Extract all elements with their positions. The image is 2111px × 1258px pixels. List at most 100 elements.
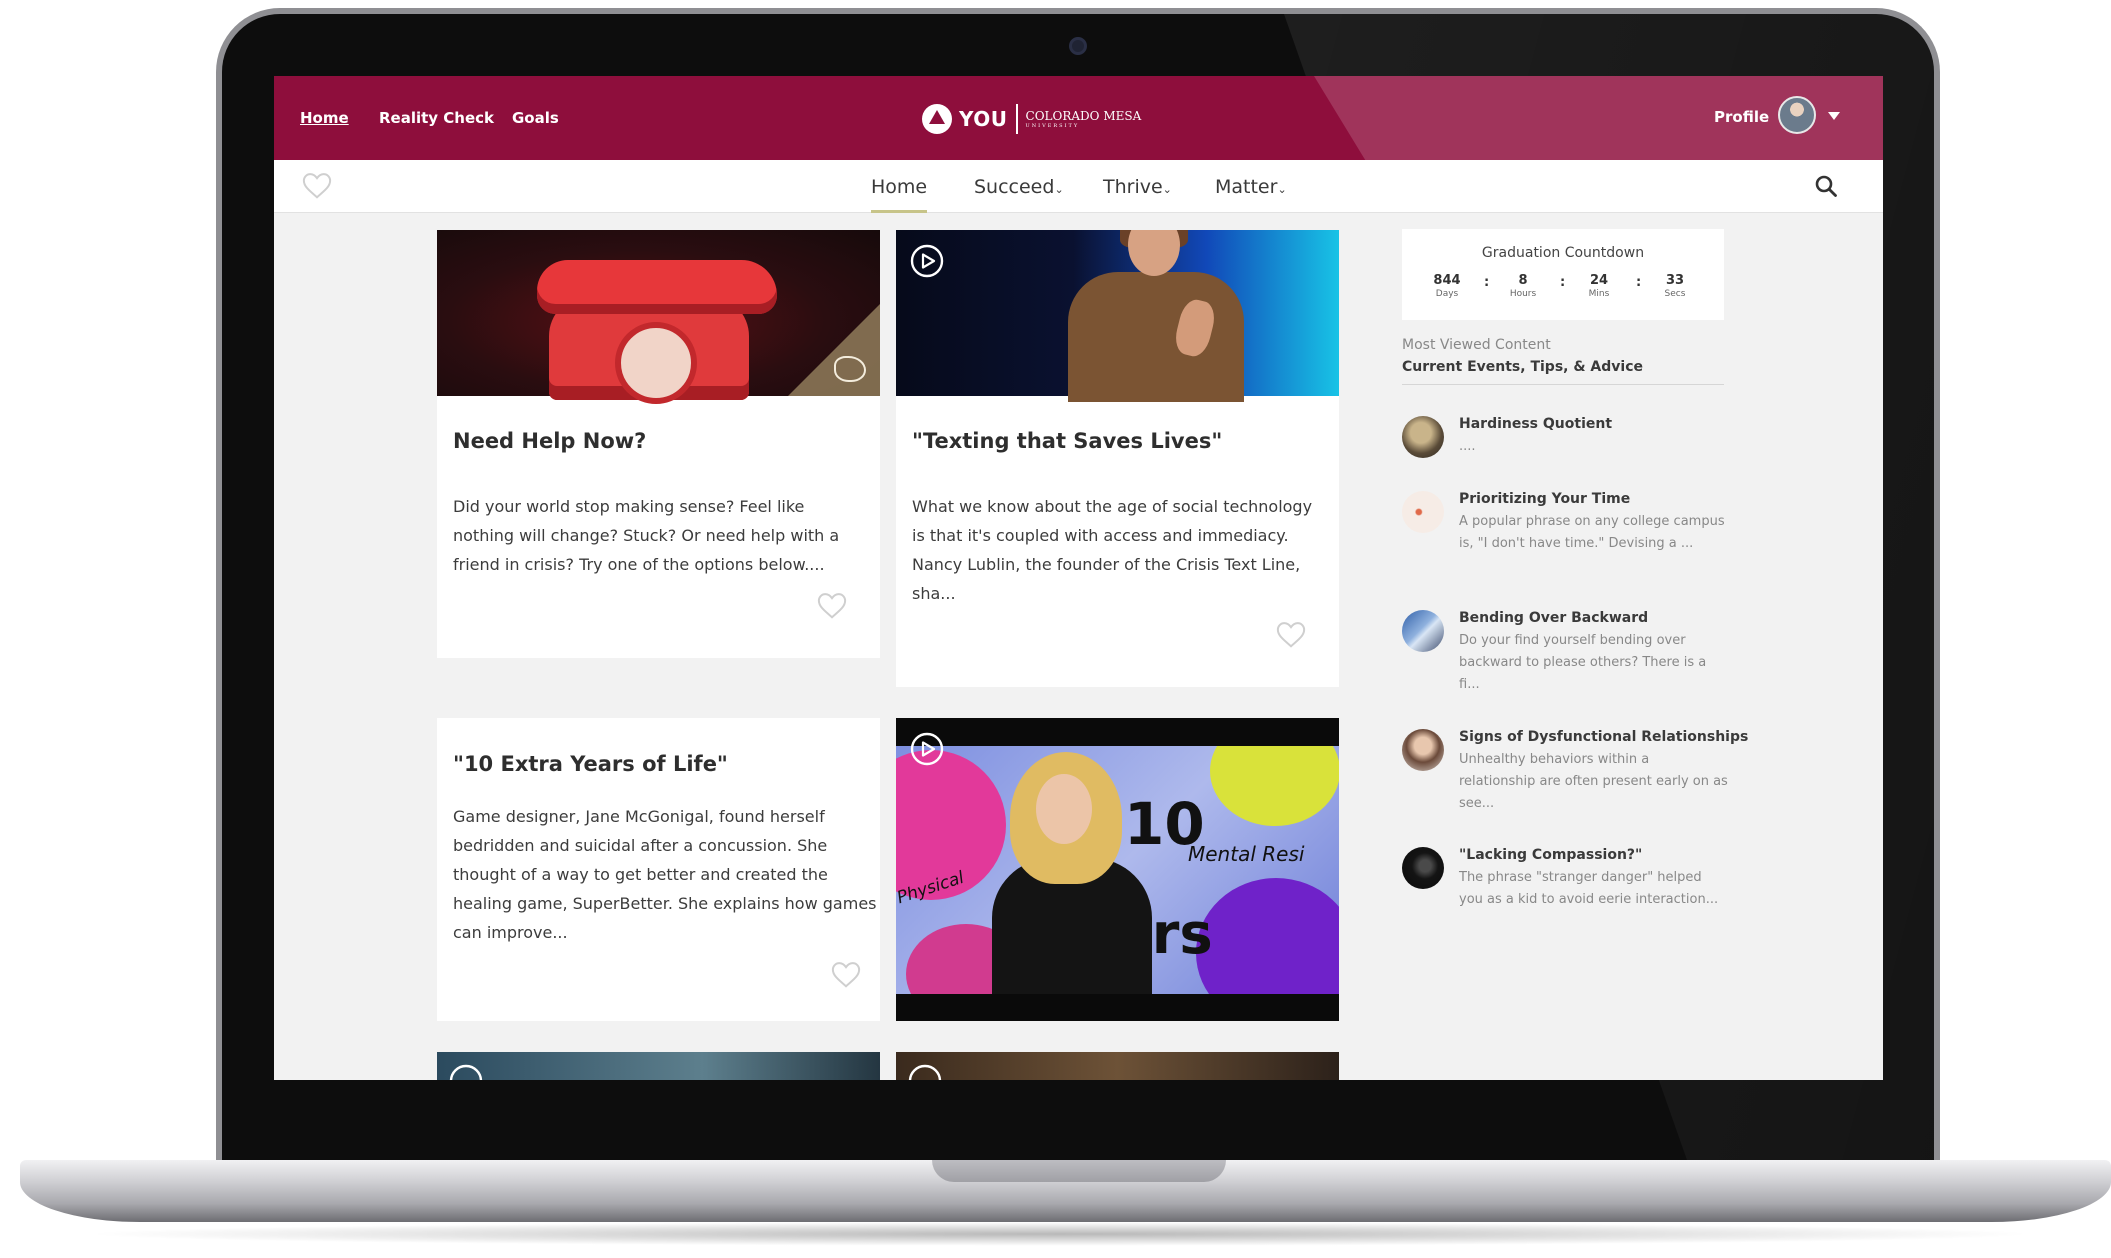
play-circle-icon[interactable] <box>908 1064 942 1080</box>
heart-outline-icon[interactable] <box>302 172 332 204</box>
most-viewed-tab[interactable]: Current Events, Tips, & Advice <box>1402 359 1643 375</box>
list-item-thumbnail <box>1402 416 1444 458</box>
list-item-title[interactable]: Prioritizing Your Time <box>1459 491 1630 507</box>
play-circle-icon[interactable] <box>449 1064 483 1080</box>
tab-matter[interactable]: Matter⌄ <box>1215 176 1287 198</box>
card-partial[interactable] <box>437 1052 880 1080</box>
speaker-head <box>1128 230 1180 276</box>
heart-outline-icon[interactable] <box>817 592 847 624</box>
nav-link-reality-check[interactable]: Reality Check <box>379 109 494 127</box>
list-item[interactable]: Bending Over Backward Do your find yours… <box>1402 610 1732 700</box>
profile-avatar[interactable] <box>1778 96 1816 134</box>
brand-logo[interactable]: YOU COLORADO MESA UNIVERSITY <box>922 102 1141 136</box>
countdown-mins-label: Mins <box>1588 289 1610 299</box>
section-nav: Home Succeed⌄ Thrive⌄ Matter⌄ <box>274 160 1883 213</box>
brand-school: COLORADO MESA UNIVERSITY <box>1026 110 1142 129</box>
card-excerpt: Game designer, Jane McGonigal, found her… <box>453 807 877 942</box>
brand-divider <box>1015 104 1018 134</box>
brand-corner <box>788 304 880 396</box>
brand-mark-icon <box>922 104 952 134</box>
countdown-separator: : <box>1484 275 1490 290</box>
countdown-secs-value: 33 <box>1665 273 1685 288</box>
speaker-body <box>1068 272 1244 402</box>
heart-outline-icon[interactable] <box>1276 621 1306 653</box>
list-item-snippet: A popular phrase on any college campus i… <box>1459 514 1725 551</box>
tab-thrive[interactable]: Thrive⌄ <box>1103 176 1172 198</box>
tab-succeed[interactable]: Succeed⌄ <box>974 176 1064 198</box>
webcam <box>1069 37 1087 55</box>
video-thumbnail[interactable]: 10 Mental Resi Physical ars <box>896 718 1339 1021</box>
search-icon[interactable] <box>1814 174 1838 202</box>
chevron-down-icon: ⌄ <box>1162 183 1172 196</box>
countdown-days-label: Days <box>1435 289 1459 299</box>
nav-link-home[interactable]: Home <box>300 109 349 127</box>
list-item[interactable]: Hardiness Quotient .... <box>1402 416 1732 496</box>
tab-home[interactable]: Home <box>871 176 928 213</box>
list-item-snippet: Do your find yourself bending over backw… <box>1459 633 1707 692</box>
chevron-down-icon: ⌄ <box>1054 183 1064 196</box>
list-item-title[interactable]: Bending Over Backward <box>1459 610 1648 626</box>
profile-link[interactable]: Profile <box>1714 108 1769 126</box>
card-thumbnail-speaker[interactable] <box>896 230 1339 402</box>
laptop-notch <box>932 1160 1226 1182</box>
countdown-hours-value: 8 <box>1518 273 1528 288</box>
list-item-thumbnail <box>1402 491 1444 533</box>
list-item[interactable]: "Lacking Compassion?" The phrase "strang… <box>1402 847 1732 937</box>
tab-thrive-label: Thrive <box>1103 176 1163 198</box>
card-thumbnail-phone[interactable] <box>437 230 880 404</box>
countdown-hours-label: Hours <box>1509 289 1537 299</box>
card-excerpt: Did your world stop making sense? Feel l… <box>453 497 840 574</box>
screen: Home Reality Check Goals YOU COLORADO ME… <box>274 76 1883 1080</box>
divider <box>1402 384 1724 385</box>
video-stage: 10 Mental Resi Physical ars <box>896 746 1339 994</box>
list-item[interactable]: Signs of Dysfunctional Relationships Unh… <box>1402 729 1748 819</box>
card-texting-saves-lives[interactable]: "Texting that Saves Lives" What we know … <box>896 230 1339 687</box>
list-item[interactable]: Prioritizing Your Time A popular phrase … <box>1402 491 1732 581</box>
graduation-countdown: Graduation Countdown 844 Days : 8 Hours … <box>1402 229 1724 320</box>
phone-handset <box>537 260 777 314</box>
play-circle-icon[interactable] <box>910 244 944 282</box>
list-item-thumbnail <box>1402 729 1444 771</box>
list-item-title[interactable]: "Lacking Compassion?" <box>1459 847 1642 863</box>
list-item-snippet: .... <box>1459 439 1476 454</box>
brand-school-name: COLORADO MESA <box>1025 108 1142 123</box>
card-title[interactable]: "10 Extra Years of Life" <box>453 752 728 776</box>
top-bar: Home Reality Check Goals YOU COLORADO ME… <box>274 76 1883 160</box>
card-need-help[interactable]: Need Help Now? Did your world stop makin… <box>437 230 880 658</box>
list-item-snippet: The phrase "stranger danger" helped you … <box>1459 870 1719 907</box>
heart-outline-icon[interactable] <box>831 961 861 993</box>
stage-ball <box>1210 746 1339 826</box>
chevron-down-icon[interactable] <box>1828 112 1840 120</box>
countdown-secs-label: Secs <box>1664 289 1686 299</box>
phone-dial <box>615 322 697 404</box>
stage-ball <box>1196 878 1339 994</box>
nav-link-goals[interactable]: Goals <box>512 109 559 127</box>
chevron-down-icon: ⌄ <box>1277 183 1287 196</box>
stage-text-script: Mental Resi <box>1188 842 1305 866</box>
presenter-face <box>1036 774 1092 844</box>
maverick-logo-icon <box>834 356 866 382</box>
card-video-extra-years[interactable]: 10 Mental Resi Physical ars <box>896 718 1339 1021</box>
most-viewed-label: Most Viewed Content <box>1402 337 1551 353</box>
list-item-snippet: Unhealthy behaviors within a relationshi… <box>1459 752 1728 811</box>
brand-you: YOU <box>959 107 1008 131</box>
card-title[interactable]: "Texting that Saves Lives" <box>912 429 1222 453</box>
list-item-thumbnail <box>1402 847 1444 889</box>
card-thumbnail-partial[interactable] <box>437 1052 880 1080</box>
list-item-title[interactable]: Hardiness Quotient <box>1459 416 1612 432</box>
countdown-separator: : <box>1636 275 1642 290</box>
countdown-title: Graduation Countdown <box>1481 245 1645 261</box>
laptop-shadow <box>80 1222 2040 1246</box>
card-partial[interactable] <box>896 1052 1339 1080</box>
tab-matter-label: Matter <box>1215 176 1278 198</box>
play-circle-icon[interactable] <box>910 732 944 770</box>
card-title[interactable]: Need Help Now? <box>453 429 646 453</box>
card-excerpt: What we know about the age of social tec… <box>912 497 1313 603</box>
list-item-title[interactable]: Signs of Dysfunctional Relationships <box>1459 729 1748 745</box>
countdown-separator: : <box>1560 275 1566 290</box>
card-thumbnail-partial[interactable] <box>896 1052 1339 1080</box>
countdown-mins-value: 24 <box>1589 273 1609 288</box>
list-item-thumbnail <box>1402 610 1444 652</box>
brand-school-sub: UNIVERSITY <box>1025 122 1080 129</box>
card-extra-years[interactable]: "10 Extra Years of Life" Game designer, … <box>437 718 880 1021</box>
